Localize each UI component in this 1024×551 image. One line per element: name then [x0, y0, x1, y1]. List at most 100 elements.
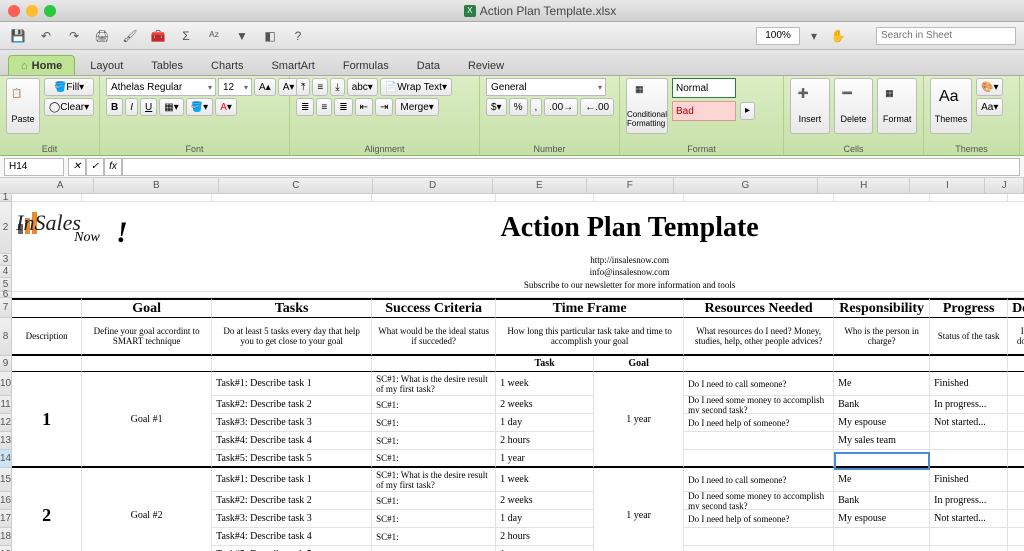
- undo-icon[interactable]: ↶: [36, 26, 56, 46]
- select-all-corner[interactable]: [0, 178, 27, 193]
- percent-button[interactable]: %: [509, 98, 528, 116]
- conditional-formatting-button[interactable]: ▦Conditional Formatting: [626, 78, 668, 134]
- task-cell[interactable]: Task#2: Describe task 2: [212, 492, 372, 510]
- progress-cell[interactable]: [930, 450, 1008, 468]
- done-checkbox[interactable]: ☒: [1008, 510, 1024, 528]
- task-cell[interactable]: Task#2: Describe task 2: [212, 396, 372, 414]
- row-header[interactable]: 1: [0, 194, 12, 202]
- grow-font-button[interactable]: A▴: [254, 78, 276, 96]
- align-bottom-button[interactable]: ⤓: [330, 78, 344, 96]
- border-button[interactable]: ▦▾: [159, 98, 183, 116]
- bold-button[interactable]: B: [106, 98, 123, 116]
- tab-data[interactable]: Data: [404, 55, 453, 75]
- number-format-combo[interactable]: General: [486, 78, 606, 96]
- row-header[interactable]: 14: [0, 450, 12, 468]
- row-header[interactable]: 12: [0, 414, 12, 432]
- increase-decimal-button[interactable]: .00→: [544, 98, 578, 116]
- success-criteria-cell[interactable]: SC#1: What is the desire result of my fi…: [372, 372, 496, 396]
- sort-icon[interactable]: ᴬᶻ: [204, 26, 224, 46]
- responsibility-cell[interactable]: My espouse: [834, 510, 930, 528]
- comma-button[interactable]: ,: [530, 98, 543, 116]
- col-header[interactable]: E: [493, 178, 587, 193]
- task-time-cell[interactable]: 1 year: [496, 546, 594, 551]
- row-header[interactable]: 8: [0, 318, 12, 356]
- resources-cell[interactable]: Do I need help of someone?: [684, 414, 834, 432]
- row-header[interactable]: 10: [0, 372, 12, 396]
- responsibility-cell[interactable]: My espouse: [834, 414, 930, 432]
- task-time-cell[interactable]: 1 week: [496, 468, 594, 492]
- task-time-cell[interactable]: 1 year: [496, 450, 594, 468]
- success-criteria-cell[interactable]: SC#1:: [372, 414, 496, 432]
- task-cell[interactable]: Task#4: Describe task 4: [212, 432, 372, 450]
- row-header[interactable]: 17: [0, 510, 12, 528]
- progress-cell[interactable]: [930, 432, 1008, 450]
- redo-icon[interactable]: ↷: [64, 26, 84, 46]
- responsibility-cell[interactable]: Me: [834, 468, 930, 492]
- fx-button[interactable]: fx: [104, 158, 122, 176]
- col-header[interactable]: C: [219, 178, 373, 193]
- progress-cell[interactable]: In progress...: [930, 396, 1008, 414]
- progress-cell[interactable]: [930, 528, 1008, 546]
- task-cell[interactable]: Task#3: Describe task 3: [212, 510, 372, 528]
- col-header[interactable]: H: [818, 178, 910, 193]
- paste-button[interactable]: 📋Paste: [6, 78, 40, 134]
- merge-button[interactable]: Merge ▾: [395, 98, 438, 116]
- success-criteria-cell[interactable]: SC#1: What is the desire result of my fi…: [372, 468, 496, 492]
- done-checkbox[interactable]: ☒: [1008, 450, 1024, 468]
- align-center-button[interactable]: ≡: [316, 98, 332, 116]
- orientation-button[interactable]: abc▾: [347, 78, 378, 96]
- col-header[interactable]: I: [910, 178, 985, 193]
- responsibility-cell[interactable]: Bank: [834, 492, 930, 510]
- theme-colors-button[interactable]: 🎨▾: [976, 78, 1003, 96]
- row-header[interactable]: 3: [0, 254, 12, 266]
- name-box[interactable]: H14: [4, 158, 64, 176]
- progress-cell[interactable]: Not started...: [930, 510, 1008, 528]
- align-top-button[interactable]: ⤒: [296, 78, 310, 96]
- clear-button[interactable]: ◯ Clear ▾: [44, 98, 94, 116]
- progress-cell[interactable]: [930, 546, 1008, 551]
- done-checkbox[interactable]: ☑: [1008, 468, 1024, 492]
- row-header[interactable]: 9: [0, 356, 12, 372]
- task-time-cell[interactable]: 2 hours: [496, 432, 594, 450]
- wrap-text-button[interactable]: 📄 Wrap Text ▾: [380, 78, 452, 96]
- cancel-formula-button[interactable]: ✕: [68, 158, 86, 176]
- row-header[interactable]: 18: [0, 528, 12, 546]
- tab-charts[interactable]: Charts: [198, 55, 256, 75]
- done-checkbox[interactable]: ☒: [1008, 396, 1024, 414]
- italic-button[interactable]: I: [125, 98, 138, 116]
- save-icon[interactable]: 💾: [8, 26, 28, 46]
- insert-cells-button[interactable]: ➕Insert: [790, 78, 830, 134]
- col-header[interactable]: A: [27, 178, 94, 193]
- done-checkbox[interactable]: ☒: [1008, 432, 1024, 450]
- align-right-button[interactable]: ≣: [334, 98, 352, 116]
- task-cell[interactable]: Task#5: Describe task 5: [212, 450, 372, 468]
- print-icon[interactable]: 🖨: [92, 26, 112, 46]
- accept-formula-button[interactable]: ✓: [86, 158, 104, 176]
- progress-cell[interactable]: Finished: [930, 468, 1008, 492]
- delete-cells-button[interactable]: ➖Delete: [834, 78, 874, 134]
- resources-cell[interactable]: [684, 450, 834, 468]
- task-cell[interactable]: Task#3: Describe task 3: [212, 414, 372, 432]
- col-header[interactable]: B: [94, 178, 219, 193]
- progress-cell[interactable]: Not started...: [930, 414, 1008, 432]
- underline-button[interactable]: U: [140, 98, 157, 116]
- currency-button[interactable]: $▾: [486, 98, 507, 116]
- task-cell[interactable]: Task#1: Describe task 1: [212, 372, 372, 396]
- tab-tables[interactable]: Tables: [138, 55, 196, 75]
- resources-cell[interactable]: Do I need some money to accomplish my se…: [684, 396, 834, 414]
- fill-color-button[interactable]: 🪣▾: [186, 98, 213, 116]
- task-time-cell[interactable]: 1 day: [496, 510, 594, 528]
- zoom-window-button[interactable]: [44, 5, 56, 17]
- align-middle-button[interactable]: ≡: [312, 78, 328, 96]
- task-time-cell[interactable]: 2 hours: [496, 528, 594, 546]
- minimize-window-button[interactable]: [26, 5, 38, 17]
- styles-more-button[interactable]: ▸: [740, 102, 755, 120]
- resources-cell[interactable]: Do I need to call someone?: [684, 468, 834, 492]
- success-criteria-cell[interactable]: SC#1:: [372, 432, 496, 450]
- responsibility-cell[interactable]: Bank: [834, 396, 930, 414]
- themes-button[interactable]: AaThemes: [930, 78, 972, 134]
- row-header[interactable]: 2: [0, 202, 12, 254]
- done-checkbox[interactable]: ☑: [1008, 372, 1024, 396]
- success-criteria-cell[interactable]: SC#1:: [372, 510, 496, 528]
- task-time-cell[interactable]: 2 weeks: [496, 492, 594, 510]
